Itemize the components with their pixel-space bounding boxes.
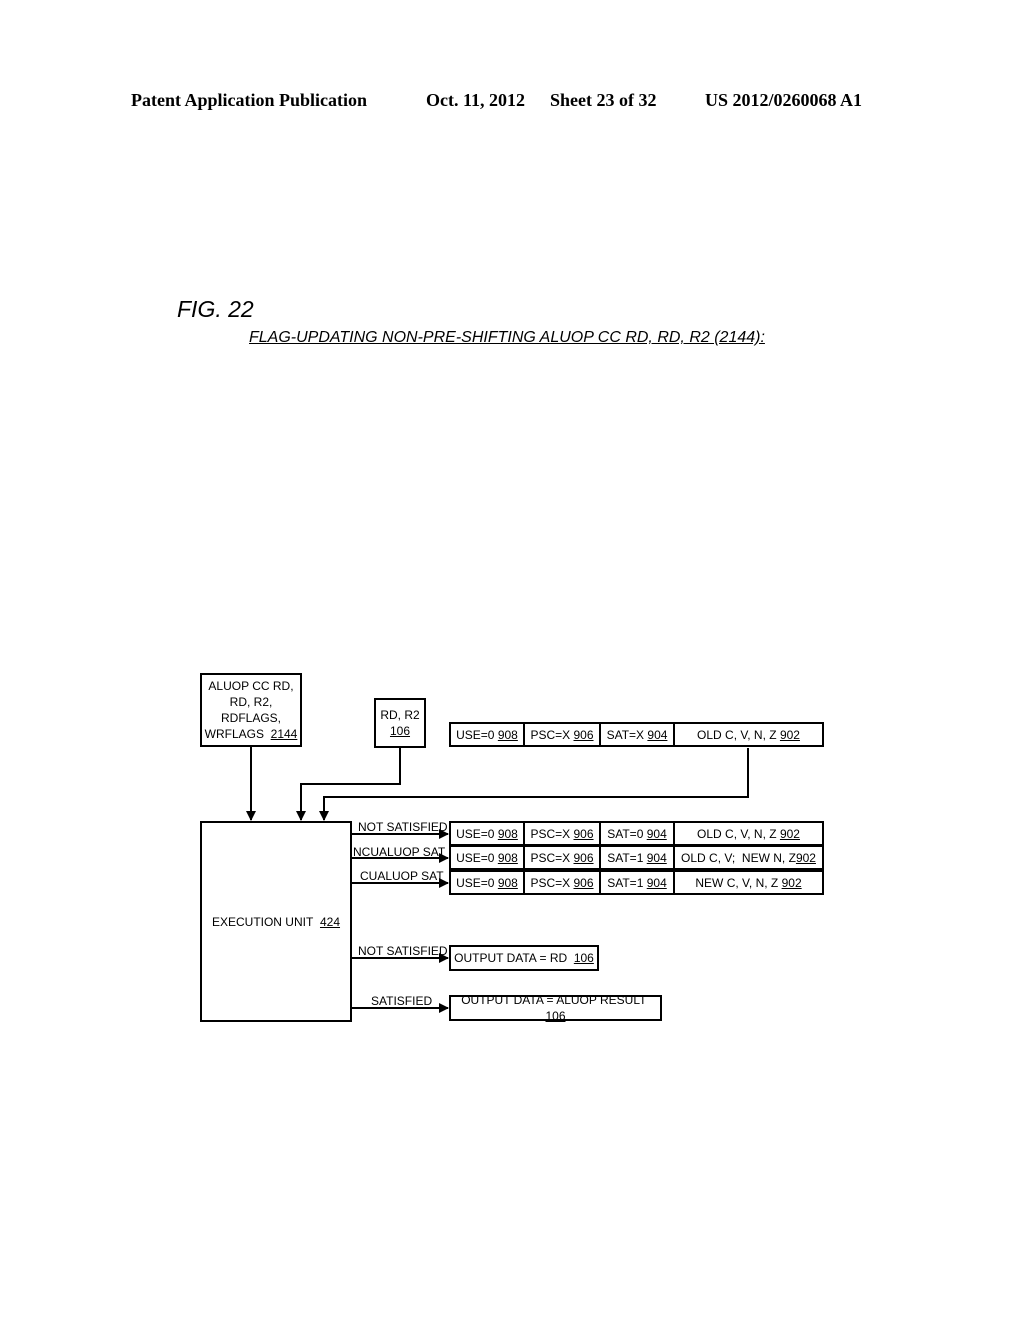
instruction-line-1: ALUOP CC RD,	[208, 679, 294, 693]
flag-cell-sat: SAT=X 904	[601, 724, 675, 745]
flag-output-row: USE=0 908 PSC=X 906 SAT=1 904 OLD C, V; …	[449, 845, 824, 870]
flag-cell-cvnz: OLD C, V, N, Z 902	[697, 727, 800, 742]
flag-cell-sat: SAT=0 904	[601, 823, 675, 844]
operand-text: RD, R2	[380, 708, 420, 722]
output-data-rd-ref: 106	[573, 951, 594, 965]
flag-output-row: USE=0 908 PSC=X 906 SAT=0 904 OLD C, V, …	[449, 821, 824, 846]
flag-cell-use: USE=0 908	[451, 724, 525, 745]
flag-output-row: USE=0 908 PSC=X 906 SAT=1 904 NEW C, V, …	[449, 870, 824, 895]
output-data-rd-box: OUTPUT DATA = RD 106	[449, 945, 599, 971]
label-ncualuop-sat: NCUALUOP SAT	[353, 845, 446, 859]
flag-cell-use: USE=0 908	[451, 847, 525, 868]
label-not-satisfied-flags: NOT SATISFIED	[358, 820, 448, 834]
label-not-satisfied-data: NOT SATISFIED	[358, 944, 448, 958]
flag-cell-psc: PSC=X 906	[525, 872, 601, 893]
output-data-aluop-text: OUTPUT DATA = ALUOP RESULT	[461, 993, 647, 1007]
operand-box: RD, R2 106	[374, 698, 426, 748]
instruction-box: ALUOP CC RD, RD, R2, RDFLAGS, WRFLAGS 21…	[200, 673, 302, 747]
flag-cell-sat: SAT=1 904	[601, 872, 675, 893]
execution-unit-label: EXECUTION UNIT	[211, 914, 314, 929]
output-data-aluop-ref: 106	[545, 1009, 566, 1023]
input-flags-row: USE=0 908 PSC=X 906 SAT=X 904 OLD C, V, …	[449, 722, 824, 747]
operand-ref: 106	[389, 724, 411, 738]
instruction-line-4: WRFLAGS	[204, 727, 264, 741]
flag-cell-use: USE=0 908	[451, 823, 525, 844]
flag-cell-psc: PSC=X 906	[525, 847, 601, 868]
label-satisfied-data: SATISFIED	[371, 994, 433, 1008]
instruction-line-2: RD, R2,	[229, 695, 273, 709]
execution-unit: EXECUTION UNIT 424	[200, 821, 352, 1022]
arrow-operands-to-eu	[296, 748, 401, 821]
flag-cell-cvnz: OLD C, V; NEW N, Z 902	[681, 850, 816, 865]
flag-cell-cvnz: NEW C, V, N, Z 902	[695, 875, 802, 890]
instruction-ref: 2144	[270, 727, 298, 741]
flag-cell-psc: PSC=X 906	[525, 724, 601, 745]
flag-cell-cvnz: OLD C, V, N, Z 902	[697, 826, 800, 841]
output-data-rd-text: OUTPUT DATA = RD	[454, 951, 568, 965]
flag-cell-sat: SAT=1 904	[601, 847, 675, 868]
flag-cell-psc: PSC=X 906	[525, 823, 601, 844]
label-cualuop-sat: CUALUOP SAT	[360, 869, 444, 883]
output-data-aluop-box: OUTPUT DATA = ALUOP RESULT 106	[449, 993, 662, 1023]
flag-cell-use: USE=0 908	[451, 872, 525, 893]
connector-lines	[246, 746, 749, 1013]
instruction-line-3: RDFLAGS,	[220, 711, 281, 725]
execution-unit-ref: 424	[319, 914, 341, 929]
